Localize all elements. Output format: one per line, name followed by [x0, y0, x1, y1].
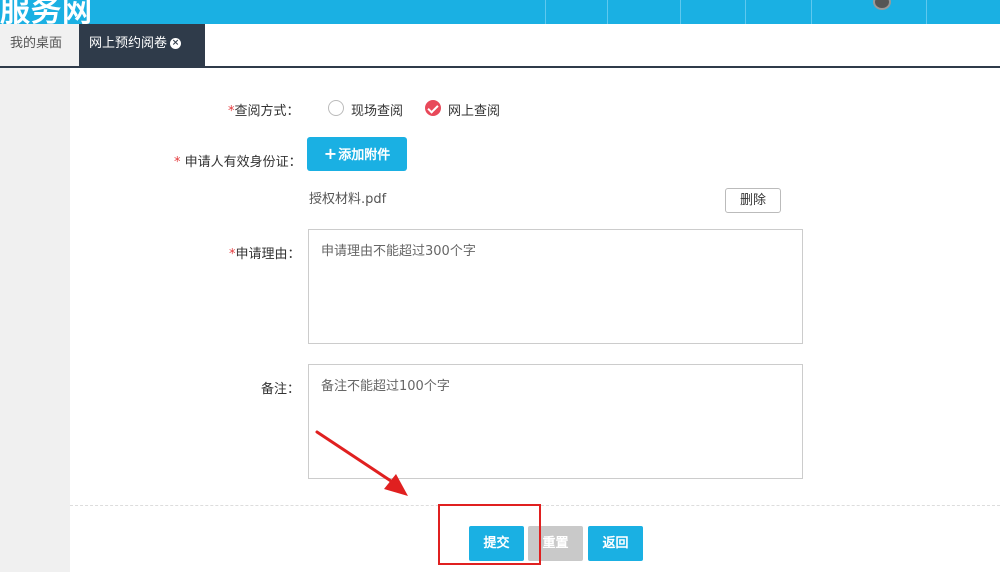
- annotation-arrow-icon: [315, 430, 408, 496]
